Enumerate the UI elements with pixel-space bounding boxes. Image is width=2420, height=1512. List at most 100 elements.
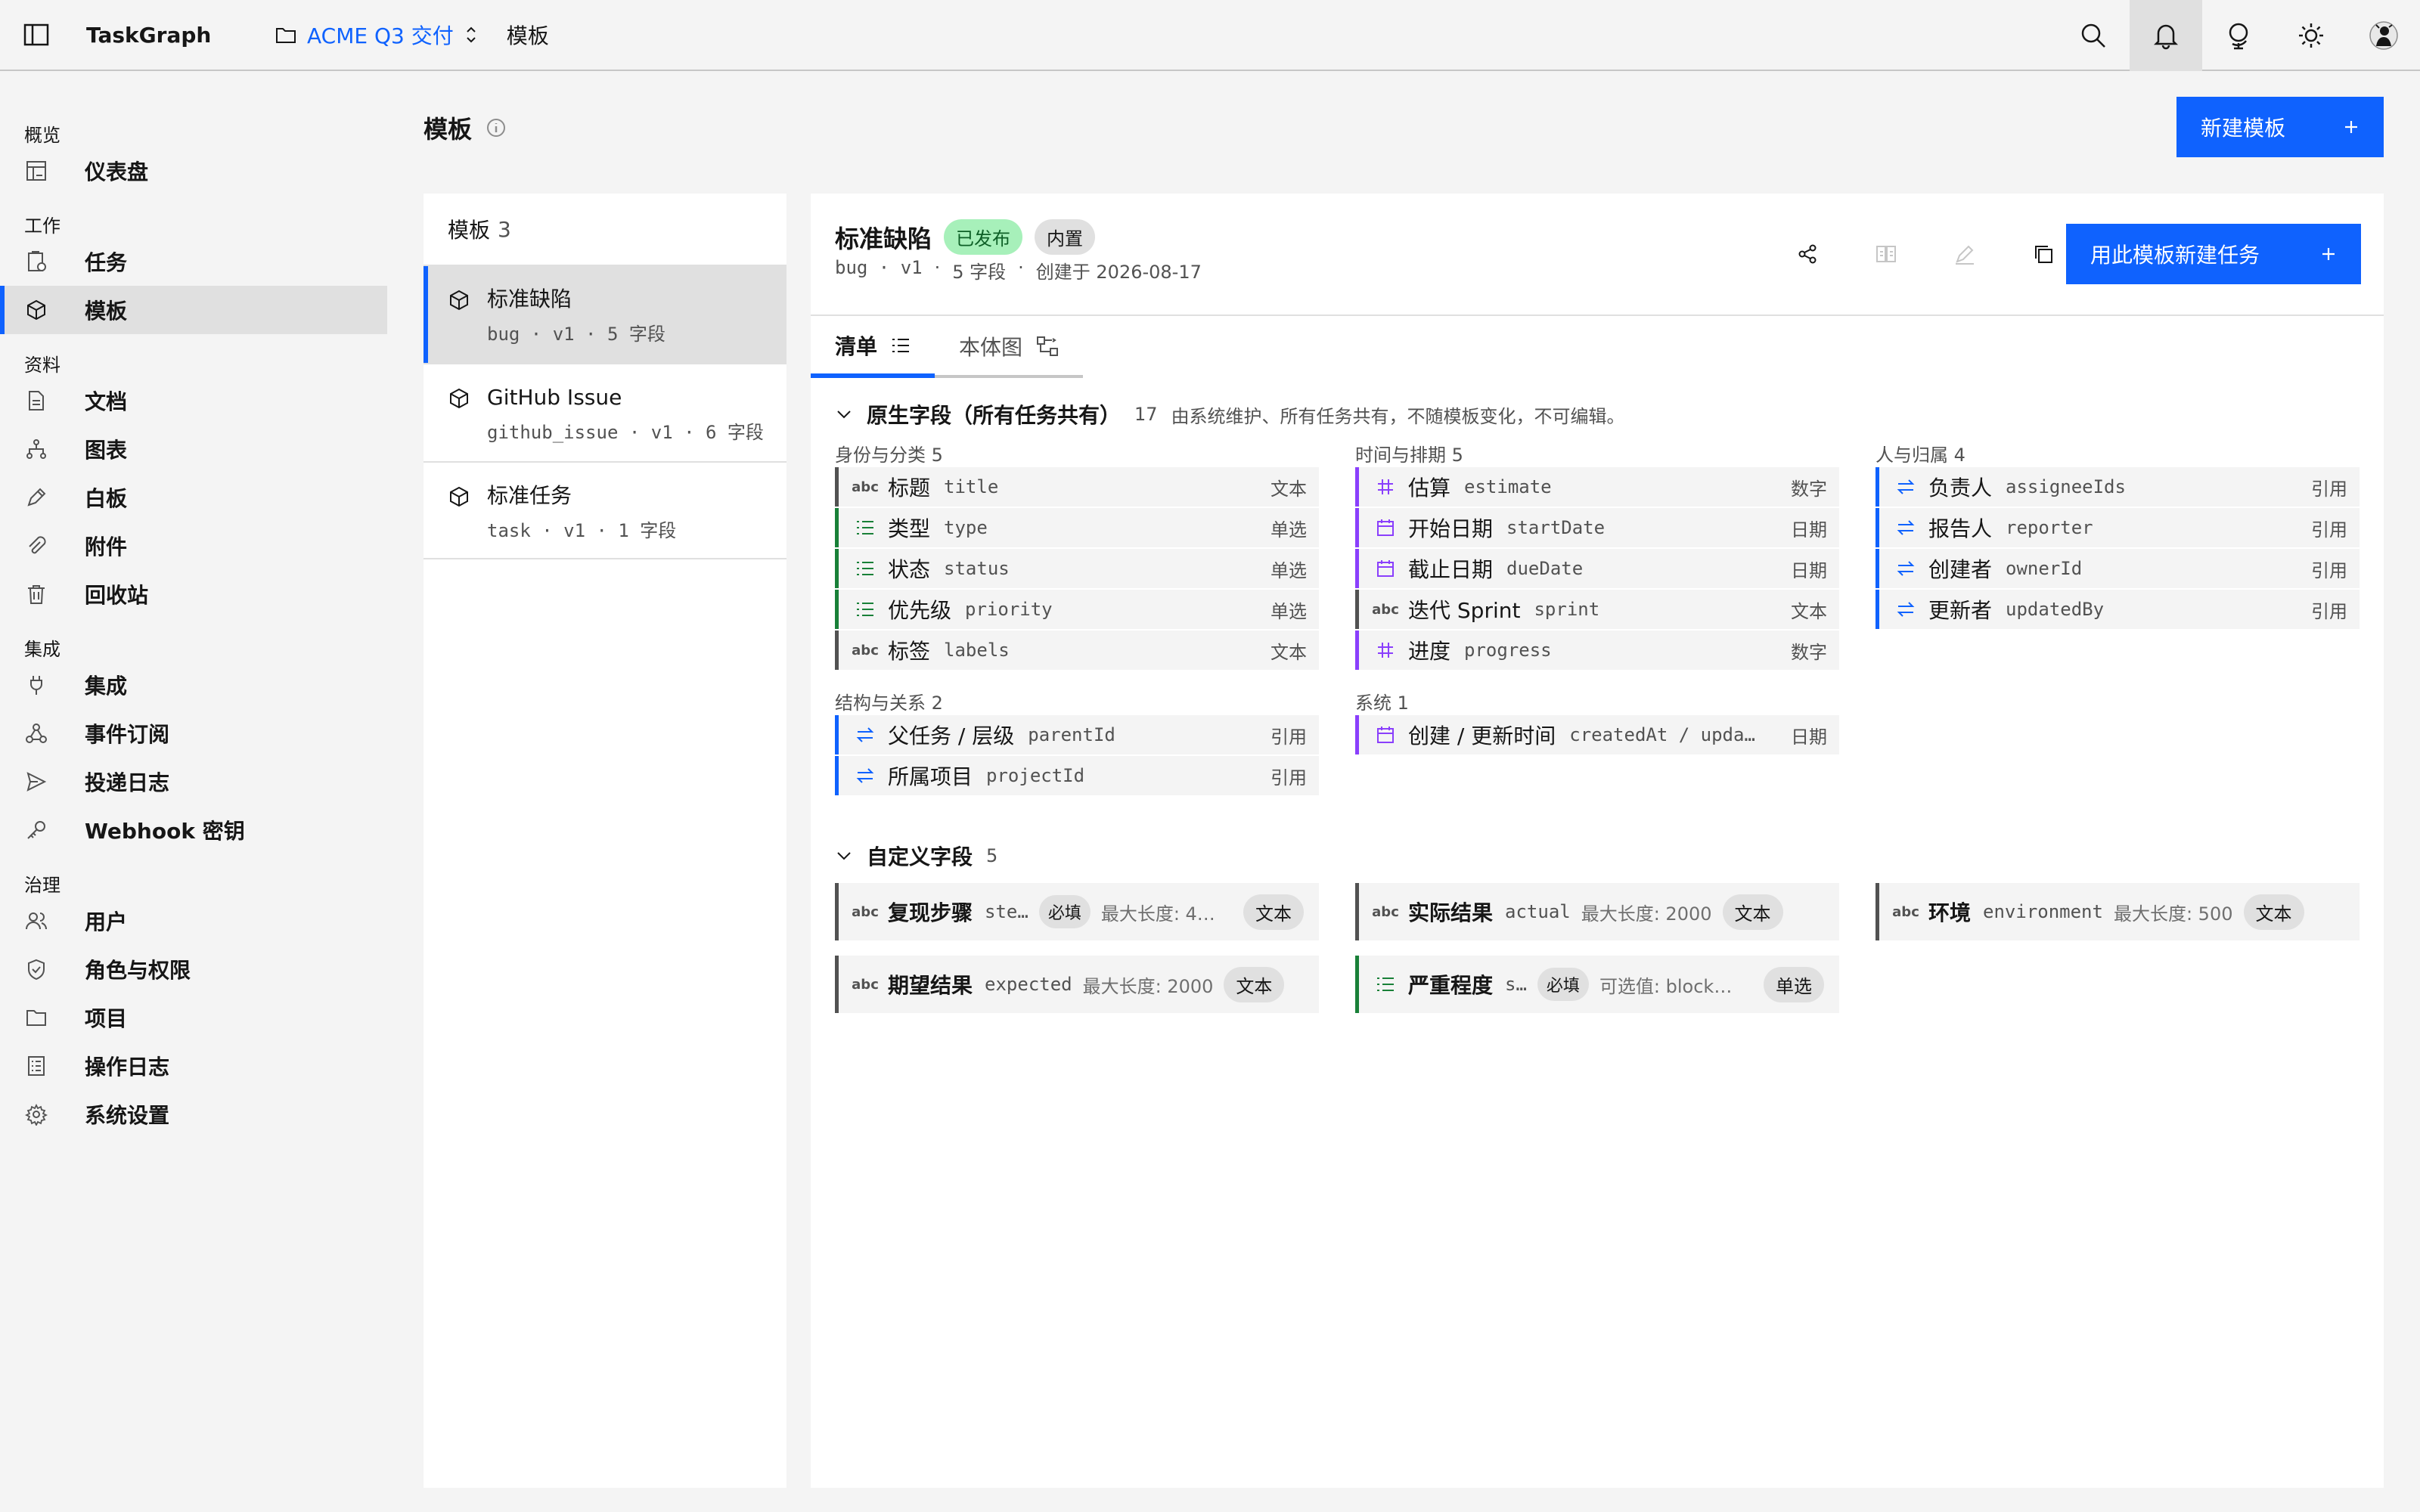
field-type-badge: 单选 bbox=[1764, 966, 1824, 1002]
detail-tabs: 清单 本体图 bbox=[811, 318, 1084, 378]
template-meta: task · v1 · 1 字段 bbox=[487, 520, 677, 541]
sidebar-item-attachments[interactable]: 附件 bbox=[0, 522, 387, 570]
sidebar-item-label: 回收站 bbox=[85, 583, 149, 608]
custom-field-card[interactable]: abc 实际结果 actual 最大长度: 2000 文本 bbox=[1355, 883, 1839, 940]
plug-icon bbox=[24, 673, 48, 697]
field-key: parentId bbox=[1028, 724, 1115, 745]
sidebar-item-roles[interactable]: 角色与权限 bbox=[0, 945, 387, 993]
field-name: 创建 / 更新时间 bbox=[1408, 723, 1556, 748]
custom-field-card[interactable]: abc 复现步骤 ste… 必填 最大长度: 4… 文本 bbox=[835, 883, 1319, 940]
field-name: 严重程度 bbox=[1408, 973, 1494, 998]
sidebar-item-label: Webhook 密钥 bbox=[85, 819, 245, 844]
template-list: 模板 3 标准缺陷 bug · v1 · 5 字段 GitHub Issue g… bbox=[424, 194, 786, 1488]
field-type: 文本 bbox=[1791, 600, 1827, 622]
select-type-icon bbox=[853, 519, 877, 536]
project-switcher[interactable]: ACME Q3 交付 bbox=[275, 20, 478, 50]
field-key: ownerId bbox=[2006, 558, 2083, 579]
app-brand[interactable]: TaskGraph bbox=[86, 23, 275, 48]
field-key: dueDate bbox=[1506, 558, 1584, 579]
sidebar-item-audit-log[interactable]: 操作日志 bbox=[0, 1042, 387, 1090]
sidebar-item-charts[interactable]: 图表 bbox=[0, 425, 387, 473]
field-row: 所属项目 projectId 引用 bbox=[835, 756, 1319, 797]
template-item-github-issue[interactable]: GitHub Issue github_issue · v1 · 6 字段 bbox=[424, 363, 786, 461]
field-name: 父任务 / 层级 bbox=[888, 723, 1015, 748]
sidebar-item-label: 项目 bbox=[85, 1006, 128, 1031]
number-type-icon bbox=[1373, 478, 1398, 496]
field-key: estimate bbox=[1464, 476, 1552, 497]
custom-field-card[interactable]: abc 期望结果 expected 最大长度: 2000 文本 bbox=[835, 956, 1319, 1013]
tab-ontology-graph[interactable]: 本体图 bbox=[935, 318, 1084, 378]
sidebar-item-delivery-logs[interactable]: 投递日志 bbox=[0, 758, 387, 806]
sidebar-item-event-subscriptions[interactable]: 事件订阅 bbox=[0, 709, 387, 758]
field-type: 引用 bbox=[2311, 519, 2347, 541]
select-type-icon bbox=[853, 601, 877, 618]
custom-fields-count: 5 bbox=[986, 845, 998, 866]
field-name: 估算 bbox=[1408, 476, 1451, 500]
custom-field-card[interactable]: abc 环境 environment 最大长度: 500 文本 bbox=[1876, 883, 2360, 940]
key-icon bbox=[24, 818, 48, 842]
field-row: 开始日期 startDate 日期 bbox=[1355, 508, 1839, 549]
detail-divider bbox=[811, 314, 2384, 316]
field-name: 创建者 bbox=[1928, 557, 1993, 582]
graph-icon bbox=[1037, 336, 1059, 356]
field-row: 截止日期 dueDate 日期 bbox=[1355, 549, 1839, 590]
sidebar-item-users[interactable]: 用户 bbox=[0, 897, 387, 945]
sidebar-item-documents[interactable]: 文档 bbox=[0, 376, 387, 425]
chevron-down-icon[interactable] bbox=[835, 847, 853, 865]
field-type: 单选 bbox=[1270, 600, 1307, 622]
share-button[interactable] bbox=[1771, 224, 1844, 284]
field-type: 日期 bbox=[1791, 519, 1827, 541]
language-button[interactable] bbox=[2202, 0, 2275, 71]
user-avatar-button[interactable] bbox=[2347, 0, 2420, 71]
field-key: expected bbox=[985, 974, 1072, 995]
sidebar-item-whiteboard[interactable]: 白板 bbox=[0, 473, 387, 522]
field-type: 引用 bbox=[1270, 767, 1307, 789]
field-key: environment bbox=[1983, 901, 2103, 922]
reference-type-icon bbox=[1894, 560, 1918, 577]
tab-label: 本体图 bbox=[959, 335, 1023, 360]
sidebar-item-settings[interactable]: 系统设置 bbox=[0, 1090, 387, 1139]
search-button[interactable] bbox=[2057, 0, 2130, 71]
notifications-button[interactable] bbox=[2130, 0, 2202, 71]
page-title-text: 模板 bbox=[424, 115, 473, 144]
use-template-button[interactable]: 用此模板新建任务 bbox=[2066, 224, 2361, 284]
sidebar-toggle-button[interactable] bbox=[0, 0, 73, 70]
field-row: 创建者 ownerId 引用 bbox=[1876, 549, 2360, 590]
template-item-standard-task[interactable]: 标准任务 task · v1 · 1 字段 bbox=[424, 461, 786, 559]
native-fields-header[interactable]: 原生字段（所有任务共有） 17 由系统维护、所有任务共有，不随模板变化，不可编辑… bbox=[835, 399, 1625, 429]
field-name: 所属项目 bbox=[888, 764, 973, 789]
sidebar-item-webhook-keys[interactable]: Webhook 密钥 bbox=[0, 806, 387, 854]
group-title: 系统 1 bbox=[1355, 692, 1409, 714]
theme-toggle-button[interactable] bbox=[2275, 0, 2347, 71]
field-type: 日期 bbox=[1791, 726, 1827, 748]
paperclip-icon bbox=[24, 534, 48, 558]
globe-icon bbox=[2229, 23, 2248, 50]
reference-type-icon bbox=[1894, 479, 1918, 495]
field-constraint: 最大长度: 2000 bbox=[1581, 903, 1712, 925]
sidebar-item-projects[interactable]: 项目 bbox=[0, 993, 387, 1042]
field-key: status bbox=[944, 558, 1010, 579]
sidebar-item-tasks[interactable]: 任务 bbox=[0, 237, 387, 286]
sidebar-item-label: 事件订阅 bbox=[85, 722, 170, 747]
field-name: 截止日期 bbox=[1408, 557, 1494, 582]
group-title: 时间与排期 5 bbox=[1355, 445, 1463, 466]
new-template-button[interactable]: 新建模板 bbox=[2176, 97, 2384, 157]
migrate-button[interactable] bbox=[1850, 224, 1922, 284]
sidebar-item-trash[interactable]: 回收站 bbox=[0, 570, 387, 618]
sidebar-item-label: 系统设置 bbox=[85, 1103, 170, 1128]
chevron-down-icon[interactable] bbox=[835, 405, 853, 423]
sidebar-item-integrations[interactable]: 集成 bbox=[0, 661, 387, 709]
custom-field-card[interactable]: 严重程度 s… 必填 可选值: block… 单选 bbox=[1355, 956, 1839, 1013]
template-item-standard-bug[interactable]: 标准缺陷 bug · v1 · 5 字段 bbox=[424, 265, 786, 363]
field-key: updatedBy bbox=[2006, 599, 2105, 620]
field-row: 优先级 priority 单选 bbox=[835, 590, 1319, 631]
info-icon[interactable] bbox=[486, 117, 507, 138]
edit-button[interactable] bbox=[1928, 224, 2001, 284]
tab-list[interactable]: 清单 bbox=[811, 318, 935, 378]
use-template-label: 用此模板新建任务 bbox=[2090, 243, 2260, 268]
cube-icon bbox=[450, 290, 468, 311]
custom-fields-header[interactable]: 自定义字段 5 bbox=[835, 841, 997, 871]
text-type-icon: abc bbox=[852, 903, 879, 920]
sidebar-item-dashboard[interactable]: 仪表盘 bbox=[0, 147, 387, 195]
sidebar-item-templates[interactable]: 模板 bbox=[0, 286, 387, 334]
